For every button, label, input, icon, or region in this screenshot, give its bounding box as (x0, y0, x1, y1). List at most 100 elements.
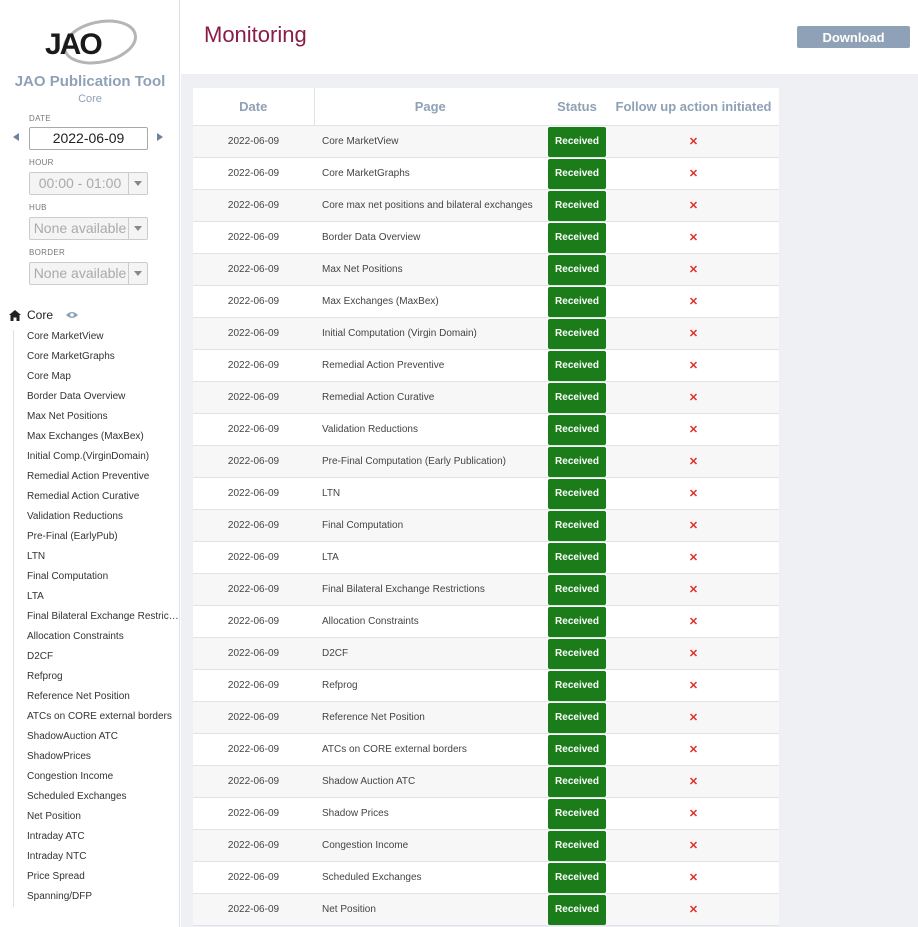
row-date: 2022-06-09 (193, 445, 314, 478)
table-row: 2022-06-09 Remedial Action Preventive Rece… (193, 349, 779, 382)
hub-label: HUB (29, 203, 47, 212)
sidebar-item[interactable]: Intraday NTC (27, 847, 179, 867)
sidebar-item[interactable]: D2CF (27, 647, 179, 667)
sidebar-item[interactable]: Net Position (27, 807, 179, 827)
sidebar-item[interactable]: Initial Comp.(VirginDomain) (27, 447, 179, 467)
column-header-follow-up[interactable]: Follow up action initiated (608, 88, 779, 126)
download-button[interactable]: Download (797, 26, 910, 48)
chevron-down-icon (134, 226, 142, 231)
sidebar-item[interactable]: Remedial Action Curative (27, 487, 179, 507)
sidebar-item[interactable]: Refprog (27, 667, 179, 687)
table-row: 2022-06-09 Initial Computation (Virgin Do… (193, 317, 779, 350)
sidebar-item[interactable]: LTN (27, 547, 179, 567)
row-date: 2022-06-09 (193, 381, 314, 414)
cross-icon: ✕ (688, 840, 699, 852)
column-header-date[interactable]: Date (193, 88, 315, 126)
row-follow-up: ✕ (608, 893, 779, 926)
status-badge: Received (548, 638, 606, 669)
sidebar-item[interactable]: Price Spread (27, 867, 179, 887)
row-status: Received (546, 541, 608, 574)
date-input[interactable]: 2022-06-09 (29, 127, 148, 150)
hub-dropdown-toggle[interactable] (128, 218, 147, 239)
table-row: 2022-06-09 Remedial Action Curative Receiv… (193, 381, 779, 414)
row-date: 2022-06-09 (193, 541, 314, 574)
hub-select[interactable]: None available (29, 217, 148, 240)
row-date: 2022-06-09 (193, 701, 314, 734)
sidebar-item[interactable]: Border Data Overview (27, 387, 179, 407)
row-page: Shadow Prices (314, 797, 546, 830)
sidebar-item[interactable]: Max Exchanges (MaxBex) (27, 427, 179, 447)
hub-value: None available (33, 220, 127, 236)
row-follow-up: ✕ (608, 797, 779, 830)
sidebar-item[interactable]: ATCs on CORE external borders (27, 707, 179, 727)
sidebar-item[interactable]: Validation Reductions (27, 507, 179, 527)
sidebar-item[interactable]: Reference Net Position (27, 687, 179, 707)
cross-icon: ✕ (688, 296, 699, 308)
status-badge: Received (548, 542, 606, 573)
row-page: Congestion Income (314, 829, 546, 862)
sidebar-item[interactable]: Core MarketGraphs (27, 347, 179, 367)
status-badge: Received (548, 574, 606, 605)
row-status: Received (546, 765, 608, 798)
sidebar-item[interactable]: Final Bilateral Exchange Restrictions (27, 607, 179, 627)
column-header-page[interactable]: Page (314, 88, 546, 126)
monitoring-table: Date Page Status Follow up action initia… (193, 88, 779, 926)
hour-select[interactable]: 00:00 - 01:00 (29, 172, 148, 195)
sidebar-item[interactable]: Scheduled Exchanges (27, 787, 179, 807)
row-follow-up: ✕ (608, 541, 779, 574)
row-status: Received (546, 157, 608, 190)
hour-dropdown-toggle[interactable] (128, 173, 147, 194)
cross-icon: ✕ (688, 200, 699, 212)
sidebar-item[interactable]: Allocation Constraints (27, 627, 179, 647)
status-badge: Received (548, 894, 606, 925)
sidebar-item[interactable]: Max Net Positions (27, 407, 179, 427)
cross-icon: ✕ (688, 776, 699, 788)
row-status: Received (546, 189, 608, 222)
sidebar-item[interactable]: Remedial Action Preventive (27, 467, 179, 487)
sidebar-item[interactable]: LTA (27, 587, 179, 607)
row-follow-up: ✕ (608, 733, 779, 766)
row-page: LTN (314, 477, 546, 510)
row-page: LTA (314, 541, 546, 574)
row-follow-up: ✕ (608, 445, 779, 478)
sidebar-item[interactable]: Pre-Final (EarlyPub) (27, 527, 179, 547)
row-status: Received (546, 445, 608, 478)
status-badge: Received (548, 862, 606, 893)
table-row: 2022-06-09 Refprog Received ✕ (193, 669, 779, 702)
status-badge: Received (548, 318, 606, 349)
row-status: Received (546, 381, 608, 414)
column-header-status[interactable]: Status (546, 88, 608, 126)
sidebar-item[interactable]: Core Map (27, 367, 179, 387)
table-row: 2022-06-09 Max Exchanges (MaxBex) Received… (193, 285, 779, 318)
sidebar-item[interactable]: Intraday ATC (27, 827, 179, 847)
row-follow-up: ✕ (608, 157, 779, 190)
sidebar-item[interactable]: ShadowAuction ATC (27, 727, 179, 747)
cross-icon: ✕ (688, 808, 699, 820)
cross-icon: ✕ (688, 392, 699, 404)
sidebar-item[interactable]: Core MarketView (27, 327, 179, 347)
row-date: 2022-06-09 (193, 797, 314, 830)
row-status: Received (546, 637, 608, 670)
row-date: 2022-06-09 (193, 413, 314, 446)
sidebar-item[interactable]: Spanning/DFP (27, 887, 179, 907)
row-page: Core max net positions and bilateral exc… (314, 189, 546, 222)
eye-icon[interactable] (66, 311, 78, 319)
next-date-arrow-icon[interactable] (157, 133, 163, 141)
cross-icon: ✕ (688, 872, 699, 884)
row-status: Received (546, 349, 608, 382)
row-follow-up: ✕ (608, 701, 779, 734)
sidebar-item[interactable]: Final Computation (27, 567, 179, 587)
sidebar-item[interactable]: ShadowPrices (27, 747, 179, 767)
table-row: 2022-06-09 Net Position Received ✕ (193, 893, 779, 926)
sidebar-item[interactable]: Congestion Income (27, 767, 179, 787)
border-dropdown-toggle[interactable] (128, 263, 147, 284)
row-page: Reference Net Position (314, 701, 546, 734)
row-date: 2022-06-09 (193, 733, 314, 766)
row-page: D2CF (314, 637, 546, 670)
row-page: Final Computation (314, 509, 546, 542)
border-select[interactable]: None available (29, 262, 148, 285)
row-follow-up: ✕ (608, 509, 779, 542)
prev-date-arrow-icon[interactable] (13, 133, 19, 141)
cross-icon: ✕ (688, 168, 699, 180)
row-page: Remedial Action Curative (314, 381, 546, 414)
